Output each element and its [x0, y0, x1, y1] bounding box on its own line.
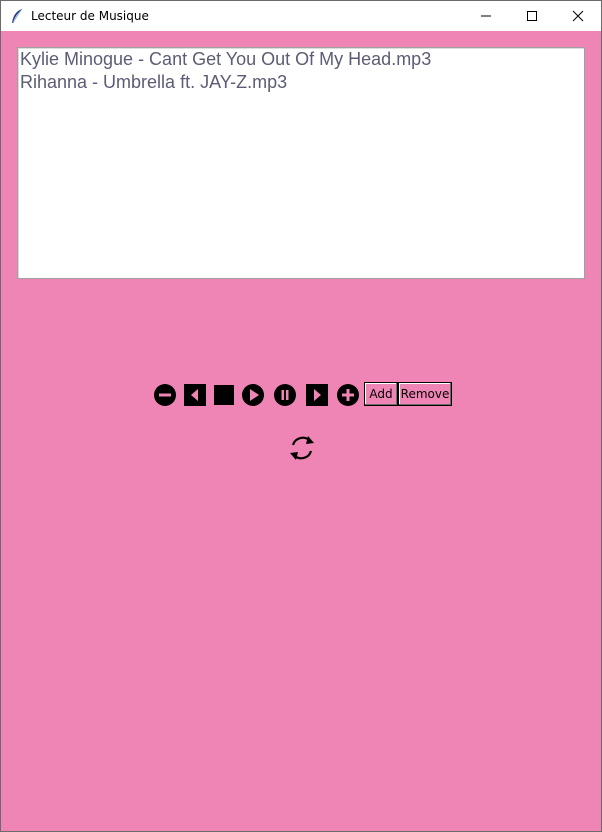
stop-button[interactable] [212, 383, 236, 407]
play-button[interactable] [241, 383, 265, 407]
next-button[interactable] [305, 383, 329, 407]
repeat-icon [290, 436, 314, 460]
close-button[interactable] [555, 1, 601, 31]
minimize-button[interactable] [463, 1, 509, 31]
app-window: Lecteur de Musique Kylie Minogue - Cant … [0, 0, 602, 832]
playlist-item[interactable]: Rihanna - Umbrella ft. JAY-Z.mp3 [18, 71, 584, 94]
volume-up-button[interactable] [336, 383, 360, 407]
previous-button[interactable] [183, 383, 207, 407]
pause-icon [274, 384, 296, 406]
next-icon [306, 384, 328, 406]
playlist-box[interactable]: Kylie Minogue - Cant Get You Out Of My H… [17, 47, 585, 279]
play-icon [242, 384, 264, 406]
previous-icon [184, 384, 206, 406]
volume-down-icon [154, 384, 176, 406]
volume-up-icon [337, 384, 359, 406]
minimize-icon [481, 15, 491, 17]
feather-icon [10, 8, 24, 24]
add-button[interactable]: Add [364, 382, 398, 406]
volume-down-button[interactable] [153, 383, 177, 407]
stop-icon [214, 385, 234, 405]
maximize-icon [527, 11, 537, 21]
title-bar: Lecteur de Musique [1, 1, 601, 31]
window-title: Lecteur de Musique [31, 9, 149, 23]
repeat-button[interactable] [286, 432, 318, 464]
pause-button[interactable] [273, 383, 297, 407]
remove-button[interactable]: Remove [398, 382, 452, 406]
close-icon [572, 10, 584, 22]
playlist-item[interactable]: Kylie Minogue - Cant Get You Out Of My H… [18, 48, 584, 71]
maximize-button[interactable] [509, 1, 555, 31]
